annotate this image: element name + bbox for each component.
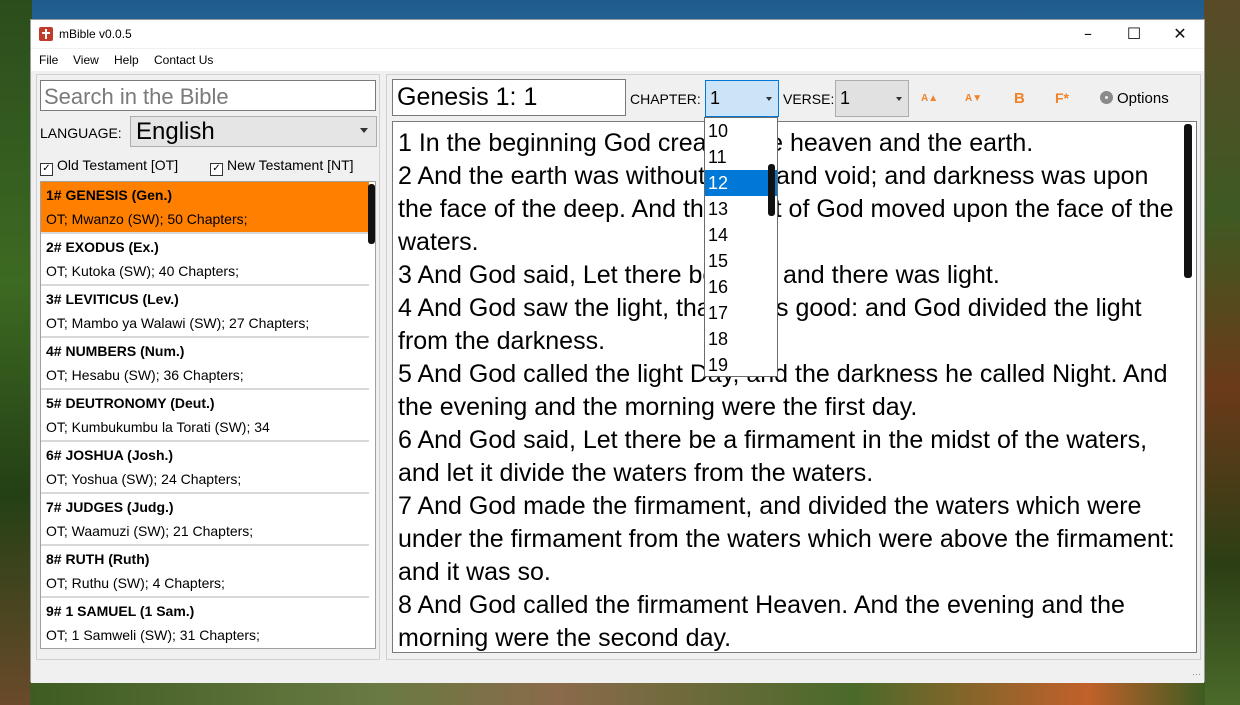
book-info: OT; 1 Samweli (SW); 31 Chapters; (46, 627, 260, 643)
bible-app-icon (39, 27, 53, 41)
desktop-background-left (0, 0, 32, 705)
verse-paragraph: 5 And God called the light Day, and the … (398, 360, 1168, 421)
chapter-option[interactable]: 18 (705, 326, 777, 352)
app-window: mBible v0.0.5 – ☐ ✕ File View Help Conta… (30, 19, 1205, 683)
verse-label: VERSE: (783, 91, 835, 107)
book-info: OT; Hesabu (SW); 36 Chapters; (46, 367, 244, 383)
menu-view[interactable]: View (73, 53, 99, 67)
verse-paragraph: 8 And God called the firmament Heaven. A… (398, 591, 1125, 652)
chapter-dropdown-list[interactable]: 10 11 12 13 14 15 16 17 18 19 (704, 117, 778, 377)
verse-select[interactable]: 1 (835, 80, 909, 117)
book-title: 2# EXODUS (Ex.) (46, 239, 159, 255)
resize-grip-icon[interactable]: ⋯ (1192, 669, 1201, 680)
dropdown-scrollbar[interactable] (768, 164, 775, 216)
old-testament-label: Old Testament [OT] (57, 157, 179, 173)
book-title: 8# RUTH (Ruth) (46, 551, 150, 567)
book-info: OT; Ruthu (SW); 4 Chapters; (46, 575, 225, 591)
book-item-leviticus[interactable]: 3# LEVITICUS (Lev.) OT; Mambo ya Walawi … (41, 286, 369, 338)
book-info: OT; Kumbukumbu la Torati (SW); 34 (46, 419, 270, 435)
chapter-option[interactable]: 14 (705, 222, 777, 248)
book-item-deuteronomy[interactable]: 5# DEUTRONOMY (Deut.) OT; Kumbukumbu la … (41, 390, 369, 442)
close-button[interactable]: ✕ (1157, 20, 1203, 48)
chapter-value: 1 (710, 88, 721, 108)
book-info: OT; Yoshua (SW); 24 Chapters; (46, 471, 242, 487)
verse-paragraph: 4 And God saw the light, that it was goo… (398, 294, 1142, 355)
language-select[interactable]: English (130, 116, 377, 147)
new-testament-checkbox[interactable]: ✓ New Testament [NT] (210, 157, 354, 176)
font-size-increase-button[interactable]: A▲ (921, 93, 938, 104)
book-item-exodus[interactable]: 2# EXODUS (Ex.) OT; Kutoka (SW); 40 Chap… (41, 234, 369, 286)
menu-help[interactable]: Help (114, 53, 139, 67)
status-bar: ⋯ (31, 662, 1204, 683)
verse-text: 1 In the beginning God created the heave… (393, 122, 1196, 652)
book-item-genesis[interactable]: 1# GENESIS (Gen.) OT; Mwanzo (SW); 50 Ch… (41, 182, 369, 234)
book-info: OT; Mwanzo (SW); 50 Chapters; (46, 211, 248, 227)
chapter-option[interactable]: 13 (705, 196, 777, 222)
minimize-button[interactable]: – (1065, 20, 1111, 48)
checkmark-icon: ✓ (40, 163, 53, 176)
verse-paragraph: 3 And God said, Let there be light: and … (398, 261, 1000, 289)
book-title: 3# LEVITICUS (Lev.) (46, 291, 179, 307)
chapter-option[interactable]: 16 (705, 274, 777, 300)
title-bar[interactable]: mBible v0.0.5 – ☐ ✕ (31, 20, 1204, 48)
desktop-background-bottom (30, 682, 1205, 705)
checkmark-icon: ✓ (210, 163, 223, 176)
book-list[interactable]: 1# GENESIS (Gen.) OT; Mwanzo (SW); 50 Ch… (40, 181, 376, 649)
books-panel: Search in the Bible LANGUAGE: English ✓ O… (36, 74, 380, 660)
book-list-scrollbar[interactable] (368, 184, 375, 244)
language-label: LANGUAGE: (40, 125, 122, 141)
bible-text-area[interactable]: 1 In the beginning God created the heave… (392, 121, 1197, 653)
desktop-background-right (1204, 0, 1240, 705)
options-button[interactable]: Options (1100, 90, 1169, 107)
chapter-option[interactable]: 17 (705, 300, 777, 326)
bold-button[interactable]: B (1014, 90, 1025, 107)
options-label: Options (1117, 90, 1169, 107)
verse-paragraph: 7 And God made the firmament, and divide… (398, 492, 1175, 586)
verse-paragraph: 2 And the earth was without form, and vo… (398, 162, 1174, 256)
verse-paragraph: 6 And God said, Let there be a firmament… (398, 426, 1148, 487)
book-title: 6# JOSHUA (Josh.) (46, 447, 174, 463)
menu-bar: File View Help Contact Us (31, 49, 1204, 71)
verse-paragraph: 1 In the beginning God created the heave… (398, 129, 1034, 157)
verse-value: 1 (840, 88, 851, 108)
chapter-option[interactable]: 11 (705, 144, 777, 170)
chevron-down-icon (896, 97, 902, 101)
language-value: English (136, 118, 215, 145)
book-title: 1# GENESIS (Gen.) (46, 187, 173, 203)
chevron-down-icon (360, 128, 368, 133)
menu-contact-us[interactable]: Contact Us (154, 53, 213, 67)
font-size-decrease-button[interactable]: A▼ (965, 93, 982, 104)
reference-input[interactable]: Genesis 1: 1 (392, 79, 626, 116)
book-info: OT; Mambo ya Walawi (SW); 27 Chapters; (46, 315, 310, 331)
chapter-option[interactable]: 10 (705, 118, 777, 144)
menu-file[interactable]: File (39, 53, 58, 67)
chapter-option[interactable]: 19 (705, 352, 777, 376)
gear-icon (1100, 91, 1113, 104)
chevron-down-icon (766, 97, 772, 101)
book-title: 5# DEUTRONOMY (Deut.) (46, 395, 215, 411)
old-testament-checkbox[interactable]: ✓ Old Testament [OT] (40, 157, 178, 176)
window-title: mBible v0.0.5 (59, 27, 132, 41)
chapter-option-selected[interactable]: 12 (705, 170, 777, 196)
book-title: 4# NUMBERS (Num.) (46, 343, 185, 359)
book-title: 9# 1 SAMUEL (1 Sam.) (46, 603, 195, 619)
chapter-label: CHAPTER: (630, 91, 701, 107)
search-input[interactable]: Search in the Bible (40, 80, 376, 111)
book-item-judges[interactable]: 7# JUDGES (Judg.) OT; Waamuzi (SW); 21 C… (41, 494, 369, 546)
book-title: 7# JUDGES (Judg.) (46, 499, 174, 515)
reader-panel: Genesis 1: 1 CHAPTER: 1 VERSE: 1 A▲ A▼ B… (386, 74, 1201, 660)
chapter-select[interactable]: 1 (705, 80, 779, 117)
book-info: OT; Waamuzi (SW); 21 Chapters; (46, 523, 254, 539)
new-testament-label: New Testament [NT] (227, 157, 354, 173)
book-item-numbers[interactable]: 4# NUMBERS (Num.) OT; Hesabu (SW); 36 Ch… (41, 338, 369, 390)
maximize-button[interactable]: ☐ (1111, 20, 1157, 48)
book-info: OT; Kutoka (SW); 40 Chapters; (46, 263, 239, 279)
text-scrollbar[interactable] (1184, 124, 1192, 278)
book-item-ruth[interactable]: 8# RUTH (Ruth) OT; Ruthu (SW); 4 Chapter… (41, 546, 369, 598)
font-family-button[interactable]: F* (1055, 90, 1069, 106)
book-item-1-samuel[interactable]: 9# 1 SAMUEL (1 Sam.) OT; 1 Samweli (SW);… (41, 598, 369, 648)
verse-line: 1 In the beginning God created the heave… (398, 127, 1178, 652)
chapter-option[interactable]: 15 (705, 248, 777, 274)
book-item-joshua[interactable]: 6# JOSHUA (Josh.) OT; Yoshua (SW); 24 Ch… (41, 442, 369, 494)
